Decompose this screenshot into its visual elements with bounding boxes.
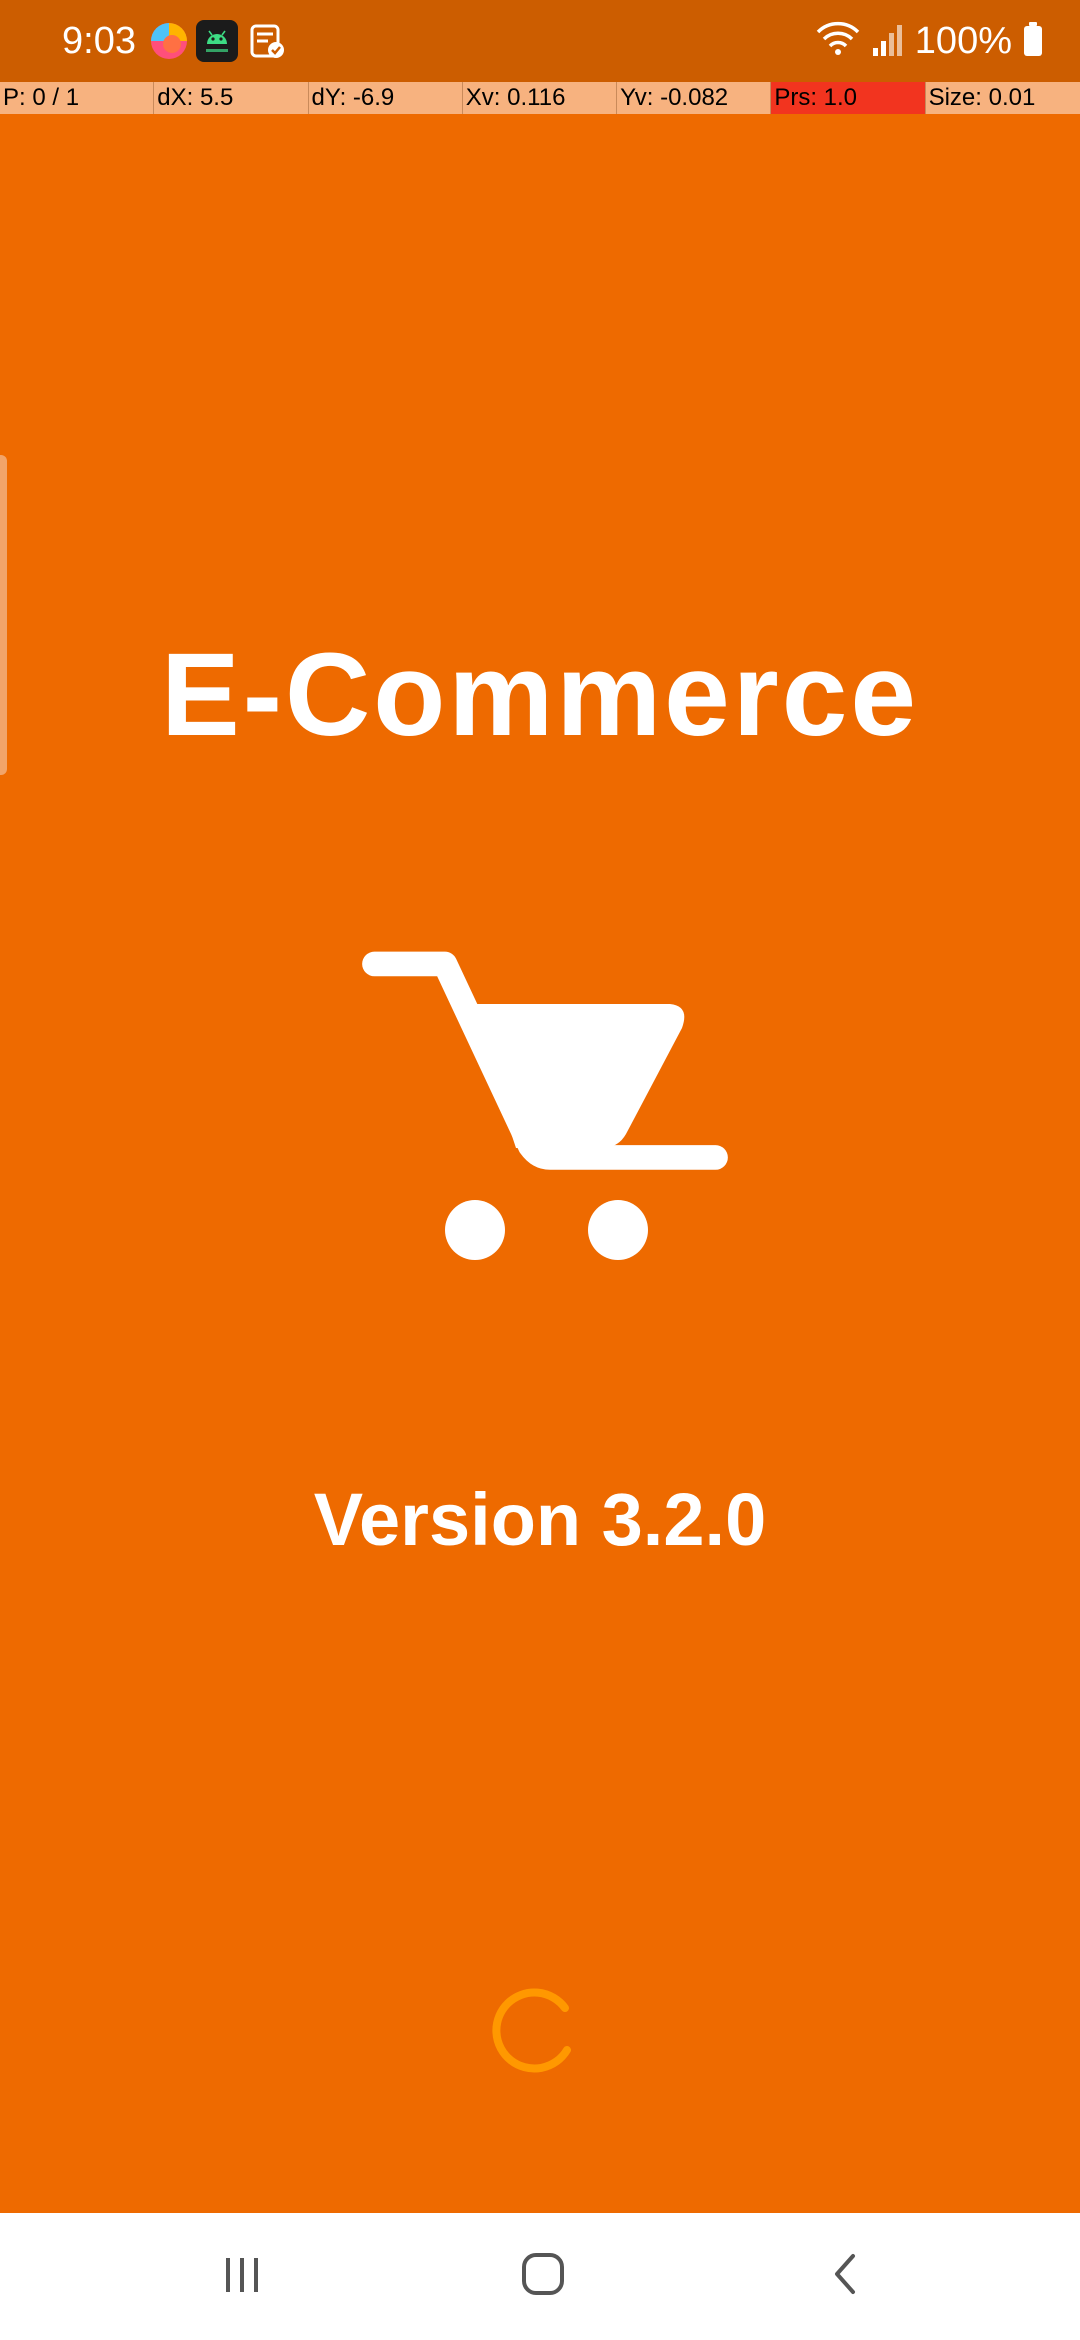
browser-icon: [148, 20, 190, 62]
home-icon: [519, 2250, 567, 2303]
pointer-size: Size: 0.01: [928, 84, 1036, 111]
back-icon: [825, 2250, 865, 2303]
wifi-icon: [815, 20, 861, 63]
pointer-dy: dY: -6.9: [309, 82, 463, 114]
pointer-count: P: 0 / 1: [0, 82, 155, 114]
home-button[interactable]: [443, 2213, 643, 2340]
status-bar: 9:03 100%: [0, 0, 1080, 82]
splash-screen: 9:03 100% P: 0 / 1 dX: 5.5 dY: -6.9 Xv: …: [0, 0, 1080, 2340]
android-app-icon: [196, 20, 238, 62]
note-check-icon: [246, 20, 288, 62]
recents-icon: [220, 2252, 264, 2301]
battery-icon: [1022, 20, 1044, 63]
loading-spinner: [485, 1980, 581, 2076]
app-title: E-Commerce: [161, 629, 919, 761]
status-system-icons: 100%: [815, 14, 1044, 68]
signal-icon: [871, 20, 905, 63]
pointer-x-velocity: Xv: 0.116: [463, 82, 618, 114]
pointer-dx: dX: 5.5: [154, 82, 309, 114]
navigation-bar: [0, 2213, 1080, 2340]
recents-button[interactable]: [142, 2213, 342, 2340]
pointer-y-velocity: Yv: -0.082: [617, 82, 772, 114]
version-label: Version 3.2.0: [313, 1478, 767, 1561]
pointer-pressure: Prs: 1.0: [771, 82, 926, 114]
battery-percent: 100%: [914, 20, 1012, 62]
shopping-cart-icon: [340, 900, 745, 1320]
status-time: 9:03: [62, 20, 136, 62]
pointer-location-overlay: P: 0 / 1 dX: 5.5 dY: -6.9 Xv: 0.116 Yv: …: [0, 82, 1080, 114]
back-button[interactable]: [745, 2213, 945, 2340]
